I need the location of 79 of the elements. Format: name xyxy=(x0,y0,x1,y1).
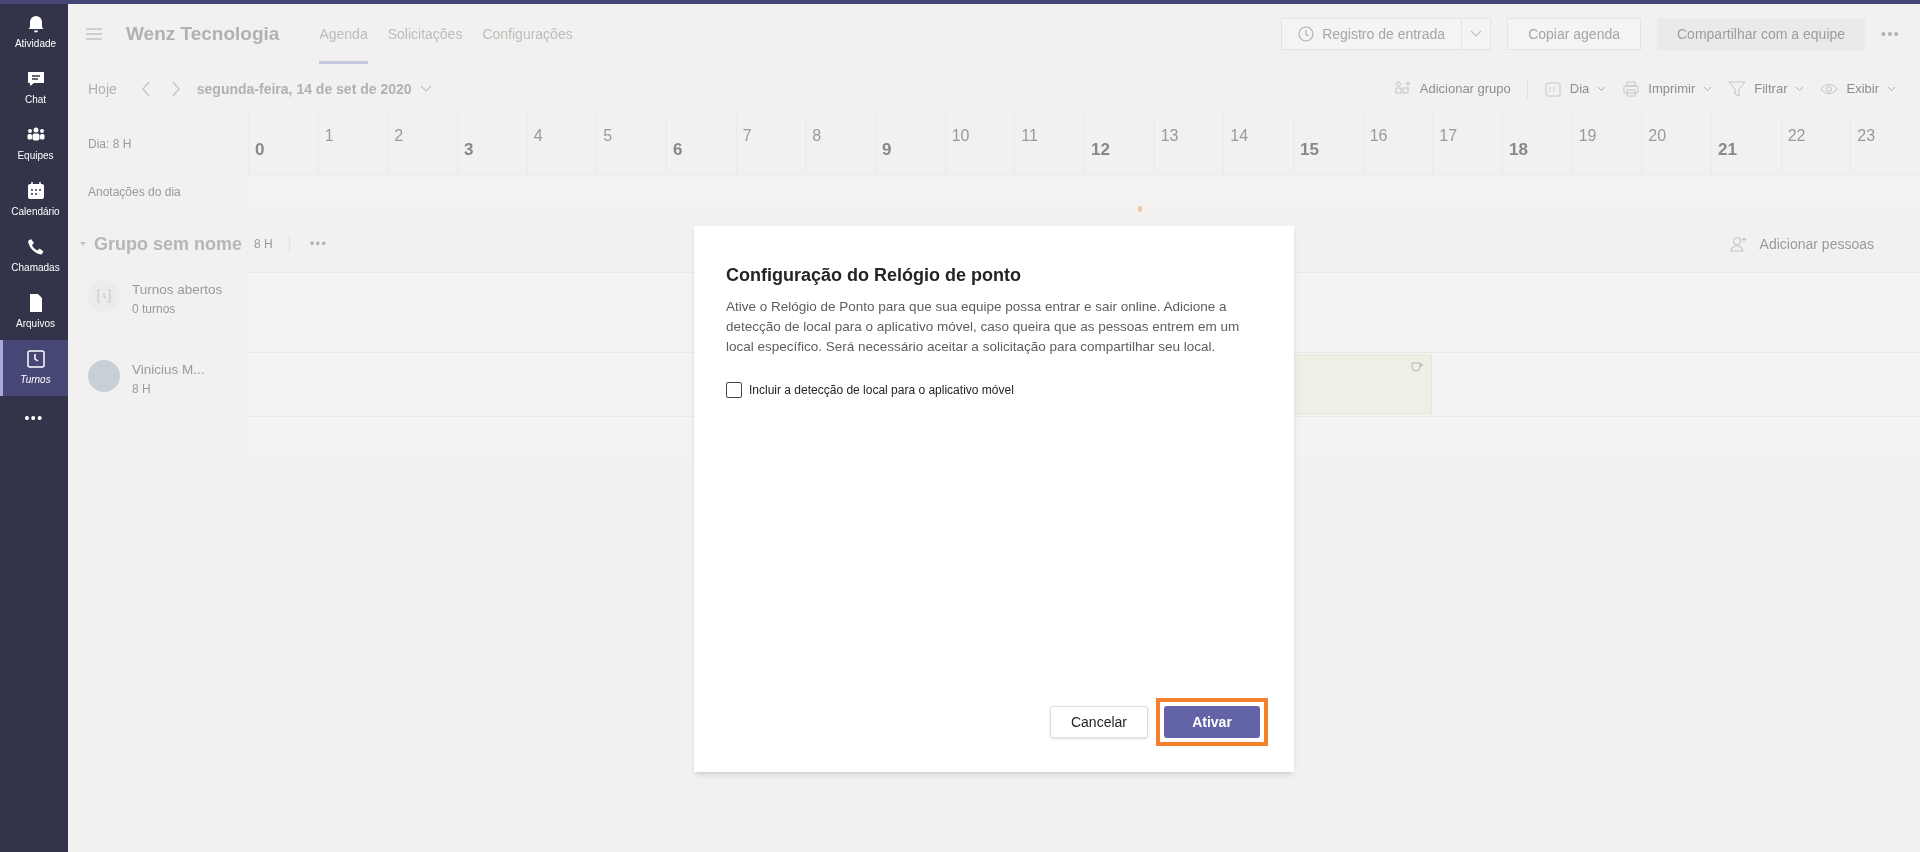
today-button[interactable]: Hoje xyxy=(88,78,117,100)
current-time-marker xyxy=(1138,206,1142,212)
add-person-icon[interactable] xyxy=(1729,236,1748,252)
hour-label: 10 xyxy=(951,126,970,146)
person-name: Turnos abertos xyxy=(132,281,223,299)
shift-count: 0 turnos xyxy=(132,301,177,319)
date-picker[interactable]: segunda-feira, 14 de set de 2020 xyxy=(196,78,412,100)
sidebar-item[interactable]: Calendário xyxy=(0,172,68,228)
group-options-button[interactable]: ••• xyxy=(309,234,328,254)
calendar-icon xyxy=(25,181,46,201)
hour-label: 5 xyxy=(603,126,613,146)
toolbar-button[interactable]: Dia xyxy=(1526,79,1607,99)
avatar-placeholder xyxy=(88,360,120,392)
hour-label: 15 xyxy=(1300,138,1319,161)
calendar-icon xyxy=(1543,80,1562,98)
activate-button[interactable]: Ativar xyxy=(1164,706,1260,738)
more-apps-button[interactable]: ••• xyxy=(0,396,68,440)
sidebar-item[interactable]: Turnos xyxy=(0,340,68,396)
clock-icon xyxy=(1298,26,1315,42)
hour-label: 21 xyxy=(1718,138,1737,161)
toolbar-button[interactable]: Exibir xyxy=(1820,79,1896,99)
checkbox[interactable] xyxy=(726,382,742,398)
shift-count: 8 H xyxy=(132,381,152,399)
person-name: Vinicius M... xyxy=(132,361,205,379)
hour-label: 16 xyxy=(1369,126,1388,146)
hour-label: 20 xyxy=(1648,126,1667,146)
menu-icon[interactable] xyxy=(86,28,102,40)
hour-label: 2 xyxy=(394,126,404,146)
cancel-button[interactable]: Cancelar xyxy=(1049,706,1148,738)
chevron-down-icon[interactable] xyxy=(419,85,432,93)
sidebar-item[interactable]: Chamadas xyxy=(0,228,68,284)
hour-label: 6 xyxy=(673,138,683,161)
hour-label: 4 xyxy=(533,126,543,146)
cup-icon xyxy=(1411,362,1424,372)
phone-icon xyxy=(25,237,46,257)
caret-down-icon[interactable] xyxy=(80,242,86,246)
sidebar-item[interactable]: Atividade xyxy=(0,4,68,60)
hour-label: 23 xyxy=(1857,126,1876,146)
add-people-button[interactable]: Adicionar pessoas xyxy=(1759,233,1874,255)
sidebar-item[interactable]: Chat xyxy=(0,60,68,116)
dialog-title: Configuração do Relógio de ponto xyxy=(726,264,1022,287)
chevron-down-icon[interactable] xyxy=(1470,30,1483,38)
hour-label: 0 xyxy=(255,138,265,161)
clock-in-split-button[interactable]: Registro de entrada xyxy=(1281,18,1492,50)
sidebar-item[interactable]: Equipes xyxy=(0,116,68,172)
hour-label: 7 xyxy=(742,126,752,146)
sidebar-item[interactable]: Arquivos xyxy=(0,284,68,340)
group-name: Grupo sem nome xyxy=(94,232,243,256)
clock-icon xyxy=(25,349,46,369)
hour-label: 8 xyxy=(812,126,822,146)
chat-icon xyxy=(25,69,46,89)
hour-label: 14 xyxy=(1230,126,1249,146)
chevron-left-icon[interactable] xyxy=(140,81,151,97)
clock-in-label: Registro de entrada xyxy=(1322,24,1446,44)
hour-label: 12 xyxy=(1091,138,1110,161)
hour-label: 9 xyxy=(882,138,892,161)
chevron-right-icon[interactable] xyxy=(170,81,181,97)
dialog-description: Ative o Relógio de Ponto para que sua equipe possa entrar e sair online. Adicione a detecção de local para o aplicativo móvel, caso queira que as pessoas entrem em um local específico. Será necessário aceitar a solicitação para compartilhar seu local. xyxy=(726,298,1241,356)
day-total: Dia: 8 H xyxy=(88,136,132,153)
hour-label: 19 xyxy=(1578,126,1597,146)
hour-label: 3 xyxy=(464,138,474,161)
hour-label: 11 xyxy=(1021,126,1038,146)
group-hours: 8 H xyxy=(254,235,290,253)
open-shifts-avatar xyxy=(88,280,120,312)
toolbar-button[interactable]: Imprimir xyxy=(1622,79,1713,99)
team-name: Wenz Tecnologia xyxy=(126,21,280,46)
toolbar-button[interactable]: Filtrar xyxy=(1728,79,1805,99)
filter-icon xyxy=(1728,80,1747,98)
hour-label: 1 xyxy=(324,126,334,146)
toolbar-button[interactable]: Adicionar grupo xyxy=(1393,79,1511,99)
print-icon xyxy=(1622,80,1641,98)
hour-label: 17 xyxy=(1439,126,1458,146)
more-options-button[interactable]: ••• xyxy=(1881,23,1900,45)
copy-schedule-button[interactable]: Copiar agenda xyxy=(1507,18,1641,50)
checkbox-label: Incluir a detecção de local para o aplicativo móvel xyxy=(749,382,1014,399)
hour-label: 18 xyxy=(1509,138,1528,161)
hour-label: 22 xyxy=(1787,126,1806,146)
hour-label: 13 xyxy=(1160,126,1179,146)
day-notes-label: Anotações do dia xyxy=(88,184,181,201)
